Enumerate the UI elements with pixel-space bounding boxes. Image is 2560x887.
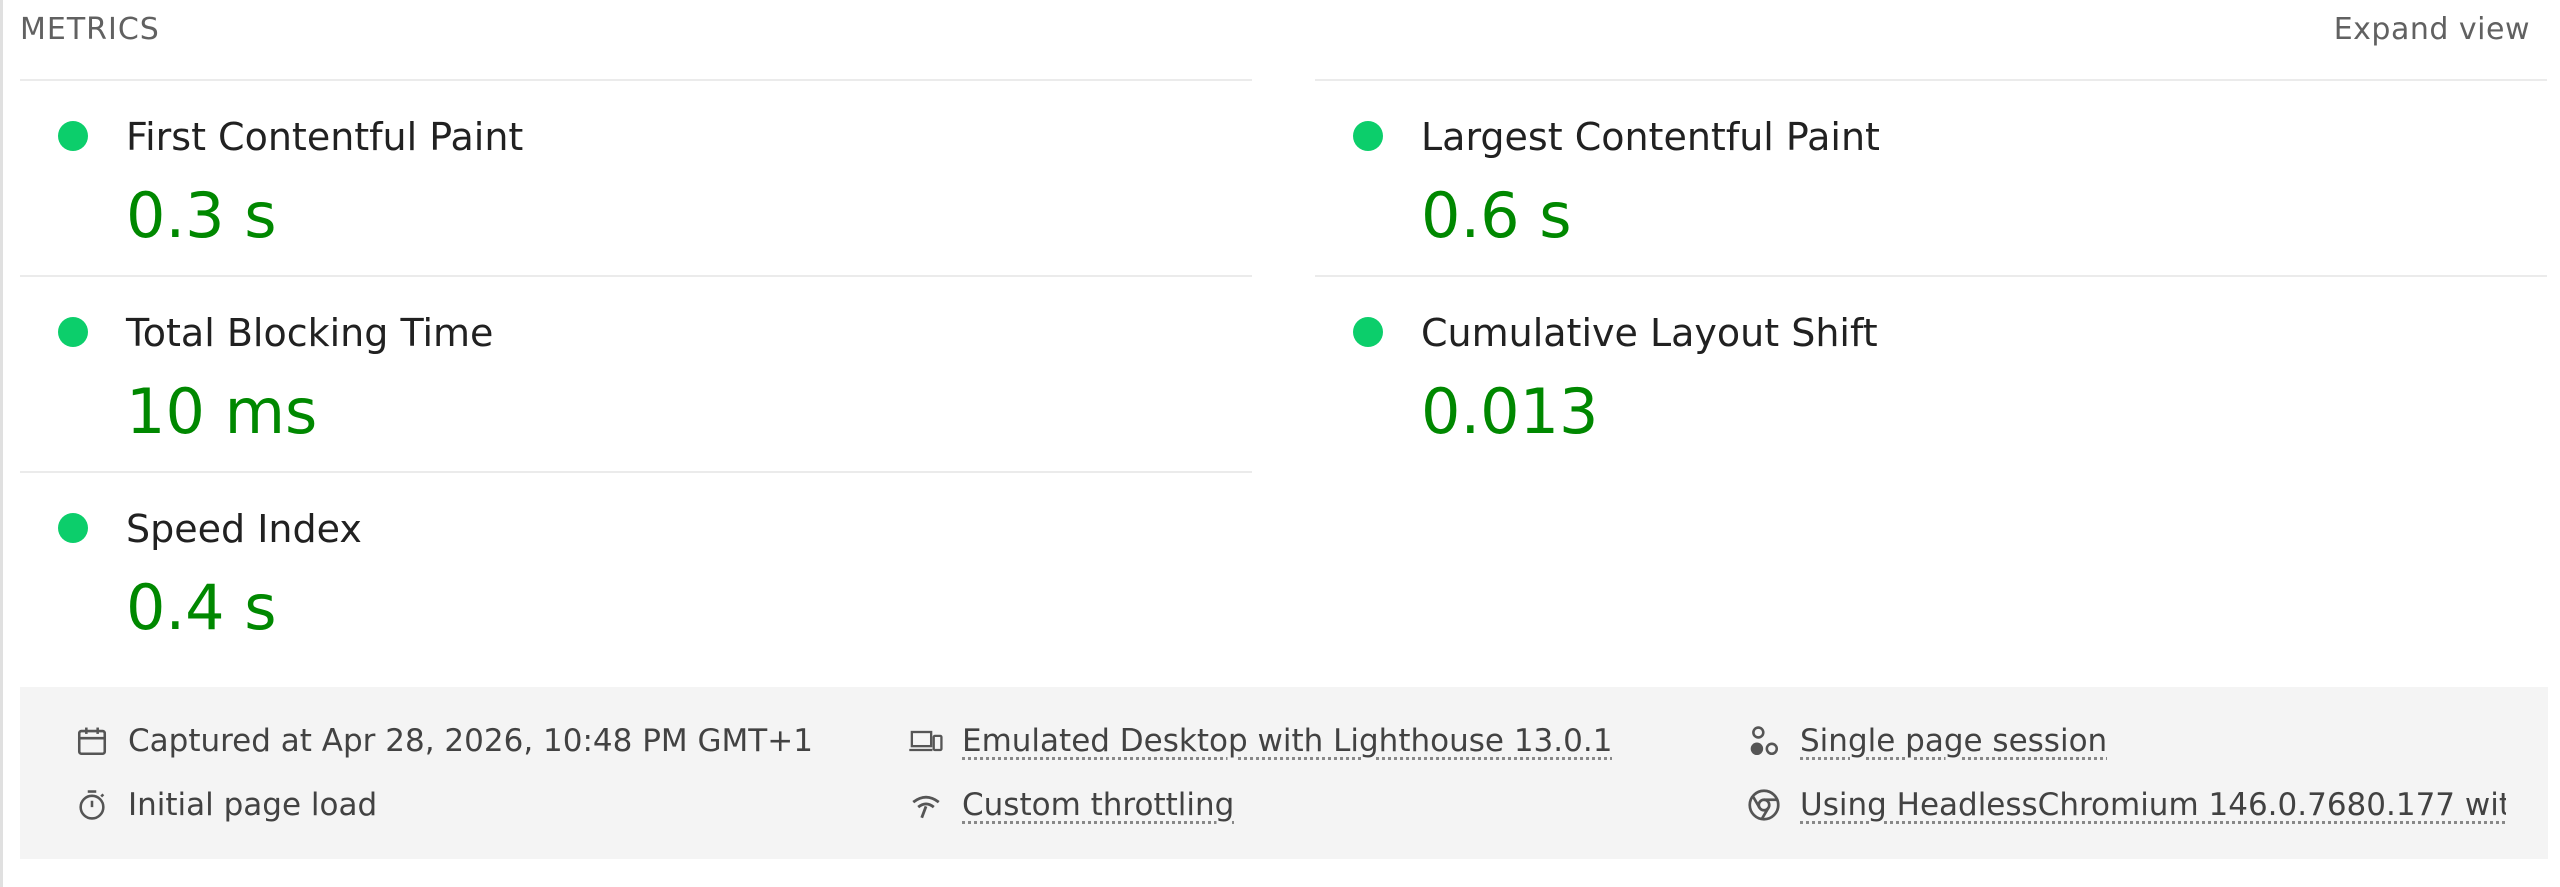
metric-label: Largest Contentful Paint: [1421, 115, 1880, 159]
emulated-device-link[interactable]: Emulated Desktop with Lighthouse 13.0.1: [962, 723, 1612, 759]
captured-at-item: Captured at Apr 28, 2026, 10:48 PM GMT+1: [74, 717, 874, 765]
throttling-item[interactable]: Custom throttling: [908, 781, 1728, 829]
metric-value: 0.3 s: [126, 179, 277, 252]
metric-largest-contentful-paint: Largest Contentful Paint 0.6 s: [1315, 79, 2547, 275]
metric-value: 0.013: [1421, 375, 1599, 448]
browser-link[interactable]: Using HeadlessChromium 146.0.7680.177 wi…: [1800, 787, 2506, 823]
metric-value: 0.4 s: [126, 571, 277, 644]
pass-status-icon: [58, 317, 88, 347]
throttling-link[interactable]: Custom throttling: [962, 787, 1234, 823]
devices-icon: [908, 723, 944, 759]
page-load-text: Initial page load: [128, 787, 378, 823]
pass-status-icon: [58, 121, 88, 151]
metric-value: 0.6 s: [1421, 179, 1572, 252]
metric-speed-index: Speed Index 0.4 s: [20, 471, 1252, 667]
expand-view-button[interactable]: Expand view: [2334, 12, 2530, 47]
captured-at-text: Captured at Apr 28, 2026, 10:48 PM GMT+1: [128, 723, 813, 759]
metric-value: 10 ms: [126, 375, 318, 448]
metric-cumulative-layout-shift: Cumulative Layout Shift 0.013: [1315, 275, 2547, 471]
runtime-settings-footer: Captured at Apr 28, 2026, 10:48 PM GMT+1…: [20, 687, 2548, 859]
stopwatch-icon: [74, 787, 110, 823]
pass-status-icon: [58, 513, 88, 543]
section-title: METRICS: [20, 12, 160, 47]
network-icon: [908, 787, 944, 823]
pass-status-icon: [1353, 317, 1383, 347]
page-load-item: Initial page load: [74, 781, 874, 829]
session-link[interactable]: Single page session: [1800, 723, 2107, 759]
panel-left-border: [0, 0, 3, 887]
browser-item[interactable]: Using HeadlessChromium 146.0.7680.177 wi…: [1746, 781, 2506, 829]
metric-total-blocking-time: Total Blocking Time 10 ms: [20, 275, 1252, 471]
chrome-icon: [1746, 787, 1782, 823]
metric-label: First Contentful Paint: [126, 115, 524, 159]
session-item[interactable]: Single page session: [1746, 717, 2506, 765]
session-icon: [1746, 723, 1782, 759]
metric-label: Total Blocking Time: [126, 311, 494, 355]
metric-label: Cumulative Layout Shift: [1421, 311, 1878, 355]
metric-first-contentful-paint: First Contentful Paint 0.3 s: [20, 79, 1252, 275]
emulated-device-item[interactable]: Emulated Desktop with Lighthouse 13.0.1: [908, 717, 1728, 765]
metrics-header: METRICS Expand view: [20, 0, 2530, 62]
pass-status-icon: [1353, 121, 1383, 151]
metric-label: Speed Index: [126, 507, 362, 551]
calendar-icon: [74, 723, 110, 759]
